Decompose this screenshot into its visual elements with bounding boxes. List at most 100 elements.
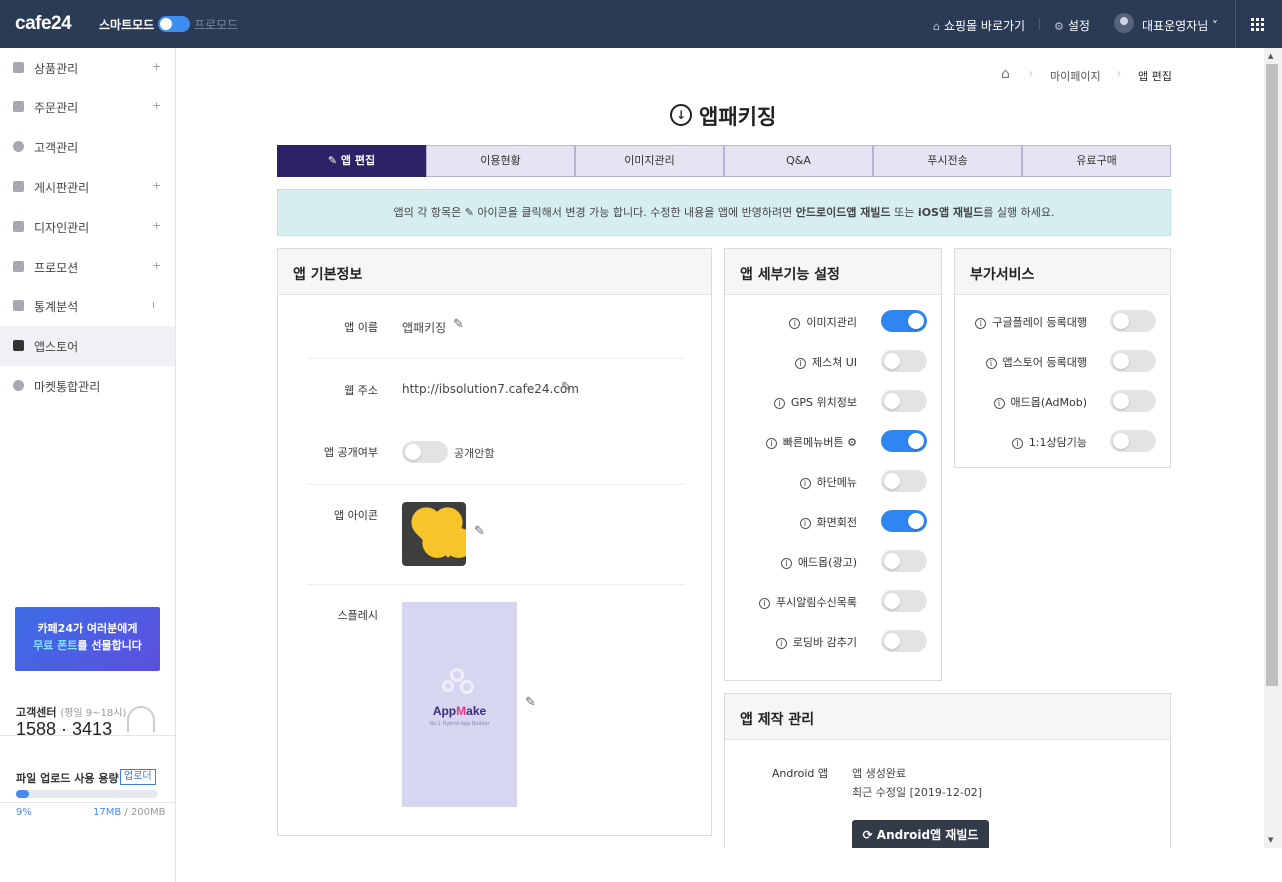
heart-icon	[435, 532, 461, 558]
info-icon[interactable]: i	[1011, 437, 1023, 449]
addon-label-text: 애드몹(AdMob)	[1010, 396, 1087, 409]
app-icon-image[interactable]	[402, 502, 466, 566]
sidebar-item-customers[interactable]: 고객관리	[0, 127, 175, 167]
feature-label-text: 푸시알림수신목록	[776, 596, 857, 609]
user-menu[interactable]: 대표운영자님 ˅	[1142, 17, 1218, 34]
feature-label-text: 하단메뉴	[816, 476, 857, 489]
tab-push[interactable]: 푸시전송	[873, 145, 1022, 177]
tab-paid[interactable]: 유료구매	[1022, 145, 1171, 177]
headset-icon	[127, 706, 155, 732]
app-grid-icon[interactable]	[1235, 0, 1282, 48]
splash-image[interactable]: AppMake No.1 Hybrid App Builder	[402, 602, 517, 807]
upload-size: 17MB / 200MB	[93, 807, 166, 818]
settings-label: 설정	[1067, 19, 1090, 33]
scroll-thumb[interactable]	[1266, 64, 1278, 686]
expand-icon[interactable]: +	[152, 219, 161, 232]
feature-toggle[interactable]	[881, 430, 927, 452]
logo-part: M	[456, 704, 467, 718]
settings-link[interactable]: ⚙ 설정	[1054, 17, 1090, 34]
banner-line-2: 무료 폰트를 선물합니다	[15, 637, 160, 654]
feature-toggle[interactable]	[881, 510, 927, 532]
panel-title: 부가서비스	[970, 267, 1035, 283]
feature-toggle[interactable]	[881, 310, 927, 332]
upload-progress-fill	[16, 790, 29, 798]
addon-toggle[interactable]	[1110, 350, 1156, 372]
addon-toggle[interactable]	[1110, 430, 1156, 452]
user-avatar-icon[interactable]	[1114, 13, 1134, 33]
android-rebuild-button[interactable]: ⟳ Android앱 재빌드	[852, 820, 989, 850]
scroll-up-icon[interactable]: ▲	[1268, 52, 1273, 60]
expand-icon[interactable]: +	[152, 60, 161, 73]
sidebar-item-label: 마켓통합관리	[34, 380, 101, 394]
board-icon	[13, 181, 24, 192]
download-circle-icon: ↓	[670, 104, 692, 126]
tab-app-edit[interactable]: ✎ 앱 편집	[277, 145, 426, 177]
feature-toggle[interactable]	[881, 590, 927, 612]
cafe24-logo[interactable]: cafe24	[15, 13, 72, 35]
edit-pencil-icon[interactable]: ✎	[561, 380, 572, 395]
web-url-label: 웹 주소	[344, 384, 378, 397]
info-icon[interactable]: i	[993, 397, 1005, 409]
home-icon[interactable]: ⌂	[1001, 66, 1010, 82]
feature-toggle[interactable]	[881, 630, 927, 652]
app-name-label: 앱 이름	[344, 321, 378, 334]
feature-toggle[interactable]	[881, 390, 927, 412]
sidebar-item-statistics[interactable]: 통계분석 ı	[0, 286, 175, 326]
info-icon[interactable]: i	[789, 317, 801, 329]
sidebar-item-appstore[interactable]: 앱스토어	[0, 326, 175, 366]
uploader-button[interactable]: 업로더	[120, 769, 156, 785]
sidebar-item-market[interactable]: 마켓통합관리	[0, 366, 175, 406]
edit-pencil-icon[interactable]: ✎	[474, 524, 485, 539]
expand-icon[interactable]: +	[152, 179, 161, 192]
info-icon[interactable]: i	[985, 357, 997, 369]
expand-icon[interactable]: +	[152, 259, 161, 272]
info-icon[interactable]: i	[759, 597, 771, 609]
upload-progress-track	[16, 790, 158, 798]
addon-toggle[interactable]	[1110, 310, 1156, 332]
shop-link[interactable]: ⌂ 쇼핑몰 바로가기	[933, 17, 1025, 34]
sidebar-item-boards[interactable]: 게시판관리 +	[0, 167, 175, 207]
info-icon[interactable]: i	[765, 437, 777, 449]
public-label: 앱 공개여부	[323, 446, 378, 459]
info-icon[interactable]: i	[799, 517, 811, 529]
upload-total: / 200MB	[121, 807, 166, 818]
cs-hours: (평일 9~18시)	[60, 708, 127, 719]
breadcrumb-mypage[interactable]: 마이페이지	[1050, 68, 1101, 84]
page-title: 앱패키징	[699, 105, 777, 129]
pro-mode-label[interactable]: 프로모드	[194, 16, 238, 33]
row-divider	[307, 584, 685, 585]
free-font-banner[interactable]: 카페24가 여러분에게 무료 폰트를 선물합니다	[15, 607, 160, 671]
addon-toggle[interactable]	[1110, 390, 1156, 412]
expand-icon[interactable]: +	[152, 99, 161, 112]
notice-text: 아이콘을 클릭해서 변경 가능 합니다. 수정한 내용을 앱에 반영하려면	[477, 206, 793, 219]
edit-pencil-icon[interactable]: ✎	[453, 317, 464, 332]
mode-toggle[interactable]	[158, 16, 190, 32]
expand-icon[interactable]: ı	[152, 298, 155, 311]
tab-usage[interactable]: 이용현황	[426, 145, 575, 177]
info-icon[interactable]: i	[775, 637, 787, 649]
scroll-down-icon[interactable]: ▼	[1268, 836, 1273, 844]
feature-label: i 푸시알림수신목록	[759, 594, 857, 610]
android-status: 앱 생성완료	[852, 767, 907, 780]
public-toggle[interactable]	[402, 441, 448, 463]
sidebar-item-products[interactable]: 상품관리 +	[0, 48, 175, 88]
info-icon[interactable]: i	[780, 557, 792, 569]
info-icon[interactable]: i	[794, 357, 806, 369]
edit-pencil-icon[interactable]: ✎	[525, 695, 536, 710]
addon-label-text: 1:1상담기능	[1028, 436, 1087, 449]
feature-toggle[interactable]	[881, 550, 927, 572]
feature-label: i 로딩바 감추기	[775, 634, 857, 650]
info-icon[interactable]: i	[975, 317, 987, 329]
addon-label: i 구글플레이 등록대행	[975, 314, 1087, 330]
addon-label-text: 구글플레이 등록대행	[992, 316, 1087, 329]
info-icon[interactable]: i	[799, 477, 811, 489]
tab-images[interactable]: 이미지관리	[575, 145, 724, 177]
feature-toggle[interactable]	[881, 470, 927, 492]
sidebar-item-orders[interactable]: 주문관리 +	[0, 87, 175, 127]
sidebar-item-design[interactable]: 디자인관리 +	[0, 207, 175, 247]
upload-used: 17MB	[93, 807, 122, 818]
feature-toggle[interactable]	[881, 350, 927, 372]
sidebar-item-promotion[interactable]: 프로모션 +	[0, 247, 175, 287]
info-icon[interactable]: i	[773, 397, 785, 409]
tab-qna[interactable]: Q&A	[724, 145, 873, 177]
